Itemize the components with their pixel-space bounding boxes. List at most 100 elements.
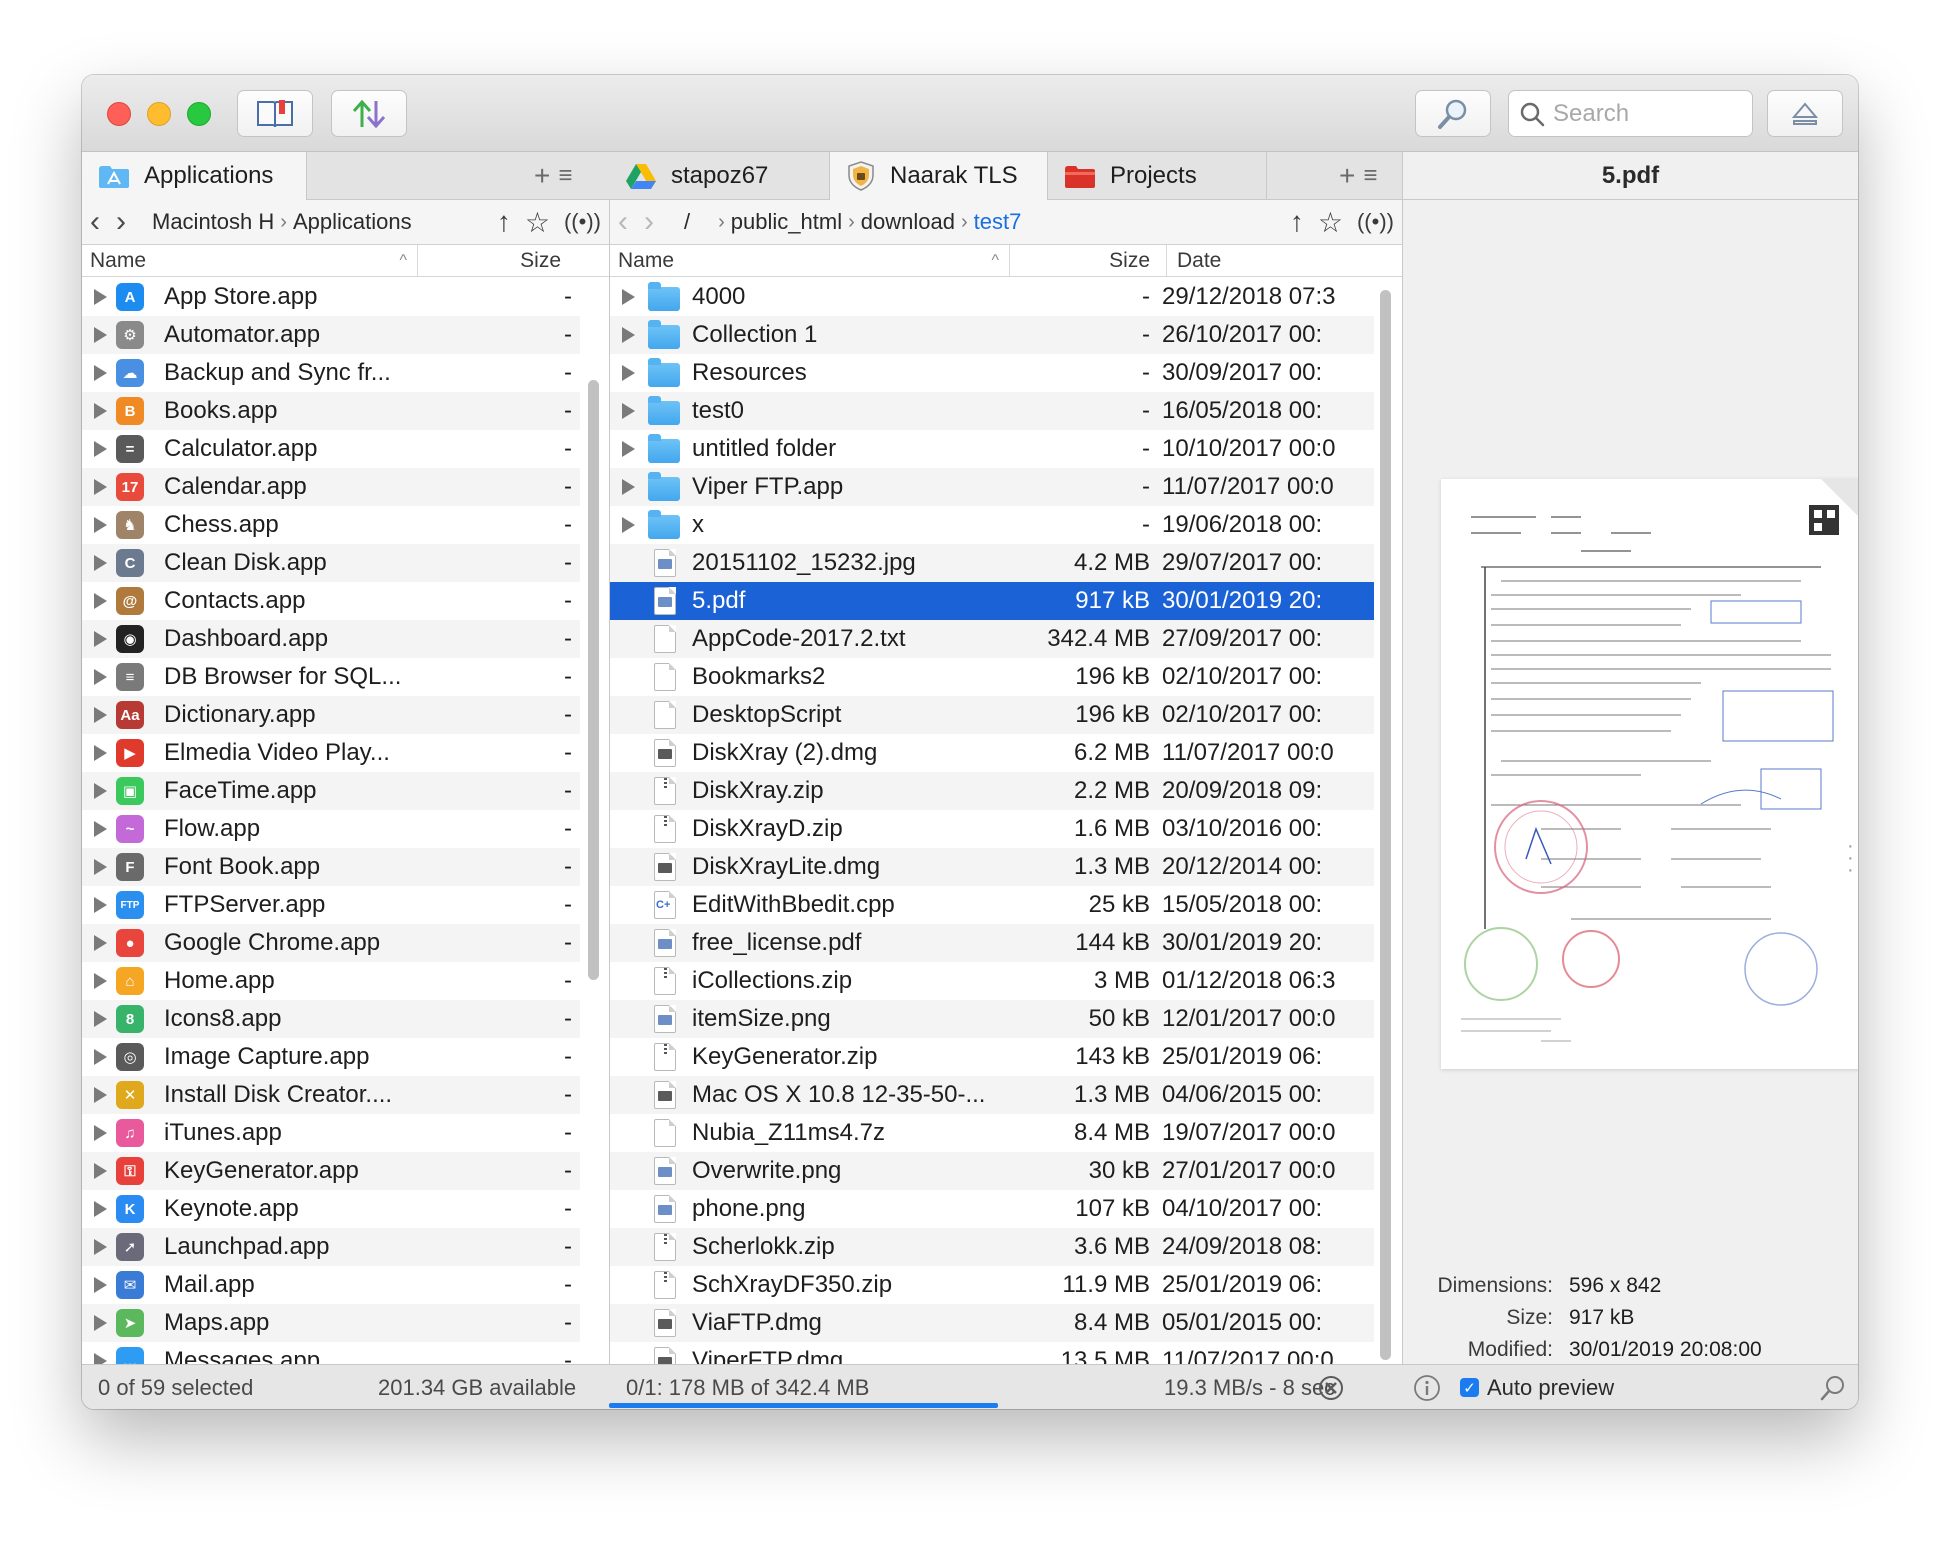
disclosure-triangle-icon[interactable] — [94, 555, 107, 571]
list-item[interactable]: DiskXrayLite.dmg 1.3 MB 20/12/2014 00: — [610, 848, 1374, 886]
list-item[interactable]: Bookmarks2 196 kB 02/10/2017 00: — [610, 658, 1374, 696]
list-item[interactable]: iCollections.zip 3 MB 01/12/2018 06:3 — [610, 962, 1374, 1000]
broadcast-icon[interactable]: ((•)) — [564, 209, 601, 235]
list-item[interactable]: Mac OS X 10.8 12-35-50-... 1.3 MB 04/06/20… — [610, 1076, 1374, 1114]
list-item[interactable]: x -19/06/2018 00: — [610, 506, 1374, 544]
disclosure-triangle-icon[interactable] — [94, 479, 107, 495]
list-item[interactable]: Overwrite.png 30 kB 27/01/2017 00:0 — [610, 1152, 1374, 1190]
zoom-window-button[interactable] — [187, 102, 211, 126]
list-item[interactable]: ● Google Chrome.app - — [82, 924, 580, 962]
tab-naarak-tls[interactable]: Naarak TLS — [830, 152, 1048, 200]
list-item[interactable]: 17 Calendar.app - — [82, 468, 580, 506]
list-item[interactable]: free_license.pdf 144 kB 30/01/2019 20: — [610, 924, 1374, 962]
disclosure-triangle-icon[interactable] — [94, 403, 107, 419]
new-tab-plus-icon[interactable]: + — [534, 160, 550, 192]
disclosure-triangle-icon[interactable] — [94, 973, 107, 989]
parent-folder-arrow-icon[interactable]: ↑ — [1290, 206, 1304, 238]
minimize-window-button[interactable] — [147, 102, 171, 126]
list-item[interactable]: ≡ DB Browser for SQL... - — [82, 658, 580, 696]
breadcrumb-root[interactable]: / — [684, 209, 690, 235]
breadcrumb-test7[interactable]: test7 — [974, 209, 1022, 235]
list-item[interactable]: ◎ Image Capture.app - — [82, 1038, 580, 1076]
close-window-button[interactable] — [107, 102, 131, 126]
disclosure-triangle-icon[interactable] — [622, 479, 635, 495]
disclosure-triangle-icon[interactable] — [94, 365, 107, 381]
disclosure-triangle-icon[interactable] — [94, 289, 107, 305]
eject-button[interactable] — [1767, 90, 1843, 137]
list-item[interactable]: ◉ Dashboard.app - — [82, 620, 580, 658]
list-item[interactable]: Resources -30/09/2017 00: — [610, 354, 1374, 392]
list-item[interactable]: KeyGenerator.zip 143 kB 25/01/2019 06: — [610, 1038, 1374, 1076]
tab-menu-icon[interactable]: ≡ — [558, 162, 572, 190]
list-item[interactable]: C+ EditWithBbedit.cpp 25 kB 15/05/2018 00: — [610, 886, 1374, 924]
list-item[interactable]: 4000 -29/12/2018 07:3 — [610, 278, 1374, 316]
disclosure-triangle-icon[interactable] — [94, 441, 107, 457]
search-field[interactable] — [1508, 90, 1753, 137]
list-item[interactable]: ⚿ KeyGenerator.app - — [82, 1152, 580, 1190]
list-item[interactable]: itemSize.png 50 kB 12/01/2017 00:0 — [610, 1000, 1374, 1038]
list-item[interactable]: ♞ Chess.app - — [82, 506, 580, 544]
column-header-name[interactable]: Name ^ — [610, 245, 1010, 277]
info-button[interactable] — [1413, 1365, 1441, 1409]
list-item[interactable]: ⌂ Home.app - — [82, 962, 580, 1000]
right-scrollbar[interactable] — [1380, 290, 1391, 1360]
disclosure-triangle-icon[interactable] — [622, 517, 635, 533]
disclosure-triangle-icon[interactable] — [94, 821, 107, 837]
disclosure-triangle-icon[interactable] — [94, 1049, 107, 1065]
list-item[interactable]: K Keynote.app - — [82, 1190, 580, 1228]
list-item[interactable]: ViaFTP.dmg 8.4 MB 05/01/2015 00: — [610, 1304, 1374, 1342]
list-item[interactable]: A App Store.app - — [82, 278, 580, 316]
forward-chevron-icon[interactable]: › — [116, 207, 126, 237]
list-item[interactable]: B Books.app - — [82, 392, 580, 430]
tab-menu-icon[interactable]: ≡ — [1363, 162, 1377, 190]
list-item[interactable]: ✕ Install Disk Creator.... - — [82, 1076, 580, 1114]
disclosure-triangle-icon[interactable] — [94, 1163, 107, 1179]
disclosure-triangle-icon[interactable] — [94, 593, 107, 609]
list-item[interactable]: AppCode-2017.2.txt 342.4 MB 27/09/2017 00: — [610, 620, 1374, 658]
disclosure-triangle-icon[interactable] — [94, 327, 107, 343]
parent-folder-arrow-icon[interactable]: ↑ — [497, 206, 511, 238]
disclosure-triangle-icon[interactable] — [94, 1011, 107, 1027]
disclosure-triangle-icon[interactable] — [94, 745, 107, 761]
tab-stapoz67[interactable]: stapoz67 — [609, 152, 830, 200]
back-chevron-icon[interactable]: ‹ — [90, 207, 100, 237]
forward-chevron-icon[interactable]: › — [644, 207, 654, 237]
list-item[interactable]: ➤ Maps.app - — [82, 1304, 580, 1342]
disclosure-triangle-icon[interactable] — [94, 1239, 107, 1255]
disclosure-triangle-icon[interactable] — [94, 935, 107, 951]
auto-preview-checkbox[interactable]: ✓ — [1460, 1378, 1479, 1397]
disclosure-triangle-icon[interactable] — [94, 1353, 107, 1364]
preview-search-button[interactable] — [1819, 1365, 1847, 1409]
list-item[interactable]: DiskXray.zip 2.2 MB 20/09/2018 09: — [610, 772, 1374, 810]
list-item[interactable]: ▶ Elmedia Video Play... - — [82, 734, 580, 772]
list-item[interactable]: Viper FTP.app -11/07/2017 00:0 — [610, 468, 1374, 506]
favorite-star-icon[interactable]: ☆ — [1318, 206, 1343, 239]
list-item[interactable]: Collection 1 -26/10/2017 00: — [610, 316, 1374, 354]
tab-projects[interactable]: Projects — [1048, 152, 1267, 200]
list-item[interactable]: 20151102_15232.jpg 4.2 MB 29/07/2017 00: — [610, 544, 1374, 582]
search-input[interactable] — [1553, 99, 1743, 128]
disclosure-triangle-icon[interactable] — [94, 897, 107, 913]
list-item[interactable]: Aa Dictionary.app - — [82, 696, 580, 734]
disclosure-triangle-icon[interactable] — [94, 707, 107, 723]
list-item[interactable]: DiskXray (2).dmg 6.2 MB 11/07/2017 00:0 — [610, 734, 1374, 772]
column-header-date[interactable]: Date — [1167, 245, 1402, 277]
list-item[interactable]: DiskXrayD.zip 1.6 MB 03/10/2016 00: — [610, 810, 1374, 848]
list-item[interactable]: Nubia_Z11ms4.7z 8.4 MB 19/07/2017 00:0 — [610, 1114, 1374, 1152]
list-item[interactable]: ✉ Mail.app - — [82, 1266, 580, 1304]
disclosure-triangle-icon[interactable] — [94, 669, 107, 685]
disclosure-triangle-icon[interactable] — [94, 1201, 107, 1217]
breadcrumb-macintosh[interactable]: Macintosh H — [152, 209, 274, 235]
disclosure-triangle-icon[interactable] — [94, 1087, 107, 1103]
column-header-name[interactable]: Name ^ — [82, 245, 418, 277]
disclosure-triangle-icon[interactable] — [94, 1277, 107, 1293]
disclosure-triangle-icon[interactable] — [94, 517, 107, 533]
list-item[interactable]: ➚ Launchpad.app - — [82, 1228, 580, 1266]
list-item[interactable]: DesktopScript 196 kB 02/10/2017 00: — [610, 696, 1374, 734]
sync-button[interactable] — [331, 90, 407, 137]
favorite-star-icon[interactable]: ☆ — [525, 206, 550, 239]
disclosure-triangle-icon[interactable] — [622, 327, 635, 343]
disclosure-triangle-icon[interactable] — [94, 783, 107, 799]
list-item[interactable]: ⚙ Automator.app - — [82, 316, 580, 354]
left-scrollbar[interactable] — [588, 380, 599, 980]
